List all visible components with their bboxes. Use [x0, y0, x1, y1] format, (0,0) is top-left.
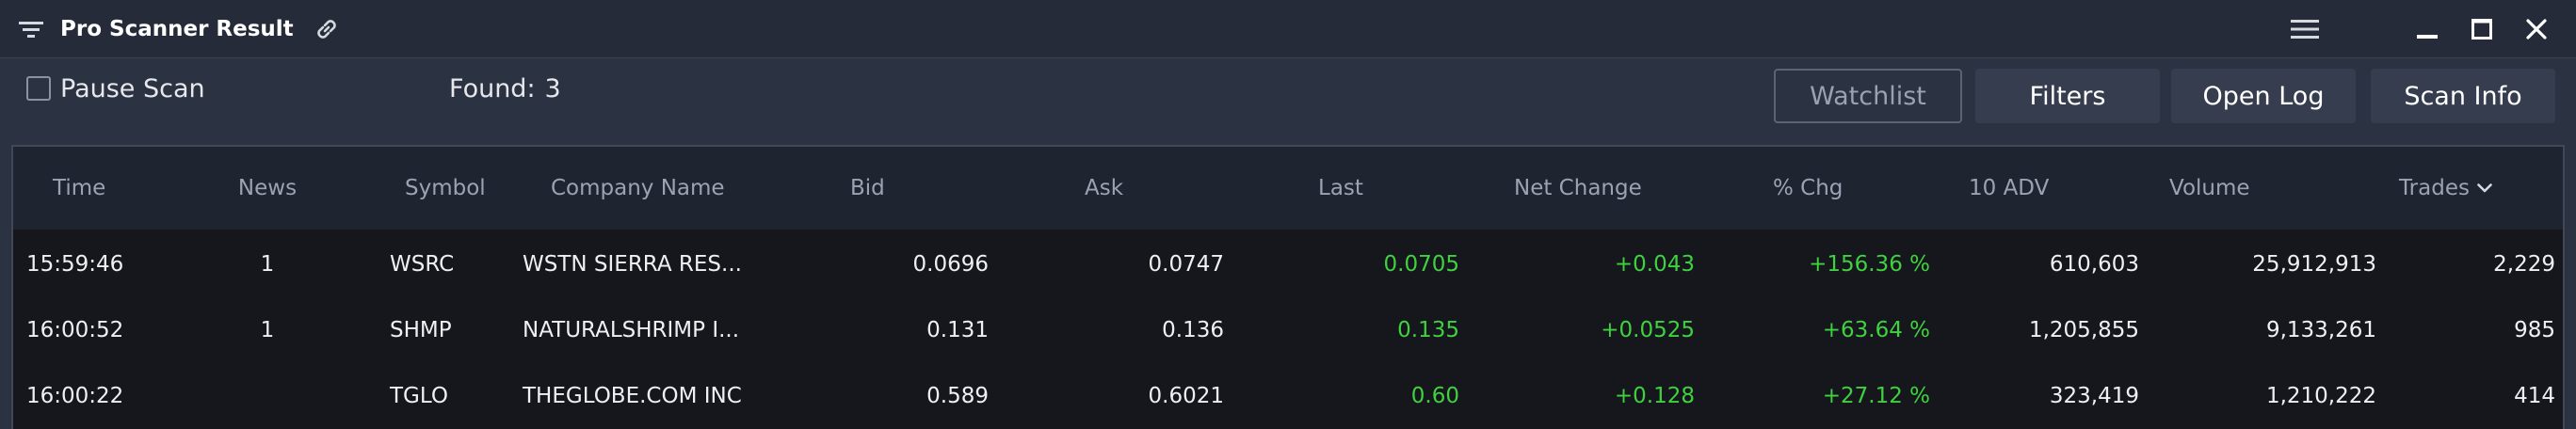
table-row[interactable]: 15:59:46 1 WSRC WSTN SIERRA RES... 0.069… [13, 231, 2563, 297]
cell-bid: 0.131 [926, 318, 989, 342]
cell-volume: 9,133,261 [2265, 318, 2376, 342]
column-header-10-adv[interactable]: 10 ADV [1969, 147, 2049, 230]
cell-net-change: +0.0525 [1601, 318, 1695, 342]
cell-ask: 0.136 [1162, 318, 1224, 342]
hamburger-menu-icon[interactable] [2282, 7, 2327, 52]
cell-last: 0.60 [1410, 384, 1459, 408]
title-bar: Pro Scanner Result [0, 0, 2576, 58]
column-header-bid[interactable]: Bid [850, 147, 885, 230]
cell-volume: 1,210,222 [2265, 384, 2376, 408]
results-table: Time News Symbol Company Name Bid Ask La… [11, 145, 2565, 429]
column-header-trades[interactable]: Trades [2399, 147, 2492, 230]
column-header-trades-label: Trades [2399, 176, 2470, 200]
cell-company: NATURALSHRIMP I... [523, 318, 740, 342]
cell-pct-chg: +156.36 % [1809, 252, 1930, 277]
column-header-pct-chg[interactable]: % Chg [1773, 147, 1843, 230]
title-area: Pro Scanner Result [19, 0, 341, 58]
table-row[interactable]: 16:00:22 TGLO THEGLOBE.COM INC 0.589 0.6… [13, 363, 2563, 429]
cell-trades: 2,229 [2493, 252, 2555, 277]
open-log-button[interactable]: Open Log [2171, 69, 2356, 123]
window-title: Pro Scanner Result [60, 17, 294, 41]
cell-company: WSTN SIERRA RES... [523, 252, 742, 277]
cell-trades: 985 [2514, 318, 2555, 342]
cell-pct-chg: +63.64 % [1822, 318, 1930, 342]
column-header-symbol[interactable]: Symbol [405, 147, 486, 230]
controls-bar: Pause Scan Found: 3 Watchlist Filters Op… [0, 58, 2576, 145]
filter-icon[interactable] [19, 19, 43, 40]
column-header-last[interactable]: Last [1318, 147, 1363, 230]
found-value: 3 [544, 73, 561, 103]
cell-trades: 414 [2514, 384, 2555, 408]
link-icon[interactable] [313, 15, 341, 43]
cell-company: THEGLOBE.COM INC [523, 384, 742, 408]
cell-volume: 25,912,913 [2252, 252, 2376, 277]
cell-bid: 0.589 [926, 384, 989, 408]
cell-symbol: SHMP [390, 318, 452, 342]
cell-time: 16:00:52 [26, 318, 124, 342]
cell-news[interactable]: 1 [211, 297, 324, 363]
sort-descending-icon [2477, 183, 2492, 194]
cell-news[interactable] [211, 363, 324, 429]
cell-time: 16:00:22 [26, 384, 124, 408]
cell-10-adv: 610,603 [2049, 252, 2139, 277]
cell-symbol: WSRC [390, 252, 455, 277]
table-row[interactable]: 16:00:52 1 SHMP NATURALSHRIMP I... 0.131… [13, 297, 2563, 363]
filters-button[interactable]: Filters [1975, 69, 2160, 123]
cell-last: 0.0705 [1383, 252, 1459, 277]
column-header-net-change[interactable]: Net Change [1514, 147, 1642, 230]
scan-info-button[interactable]: Scan Info [2371, 69, 2555, 123]
watchlist-button[interactable]: Watchlist [1774, 69, 1962, 123]
cell-ask: 0.6021 [1148, 384, 1224, 408]
pause-scan-label: Pause Scan [60, 73, 205, 103]
cell-news[interactable]: 1 [211, 231, 324, 297]
table-header: Time News Symbol Company Name Bid Ask La… [13, 147, 2563, 230]
cell-10-adv: 323,419 [2049, 384, 2139, 408]
found-count: Found: 3 [449, 73, 561, 103]
pause-scan-toggle[interactable]: Pause Scan [26, 73, 205, 103]
column-header-volume[interactable]: Volume [2169, 147, 2250, 230]
cell-pct-chg: +27.12 % [1822, 384, 1930, 408]
column-header-company[interactable]: Company Name [551, 147, 725, 230]
cell-symbol: TGLO [390, 384, 448, 408]
maximize-icon[interactable] [2459, 7, 2504, 52]
window-controls [2282, 0, 2559, 58]
minimize-icon[interactable] [2405, 7, 2450, 52]
cell-ask: 0.0747 [1148, 252, 1224, 277]
cell-bid: 0.0696 [912, 252, 989, 277]
cell-net-change: +0.128 [1614, 384, 1695, 408]
cell-last: 0.135 [1397, 318, 1459, 342]
column-header-news[interactable]: News [211, 147, 324, 230]
cell-net-change: +0.043 [1614, 252, 1695, 277]
column-header-time[interactable]: Time [53, 147, 105, 230]
pause-scan-checkbox[interactable] [26, 76, 51, 101]
cell-time: 15:59:46 [26, 252, 124, 277]
close-icon[interactable] [2514, 7, 2559, 52]
column-header-ask[interactable]: Ask [1085, 147, 1123, 230]
cell-10-adv: 1,205,855 [2028, 318, 2139, 342]
found-label: Found: [449, 73, 536, 103]
